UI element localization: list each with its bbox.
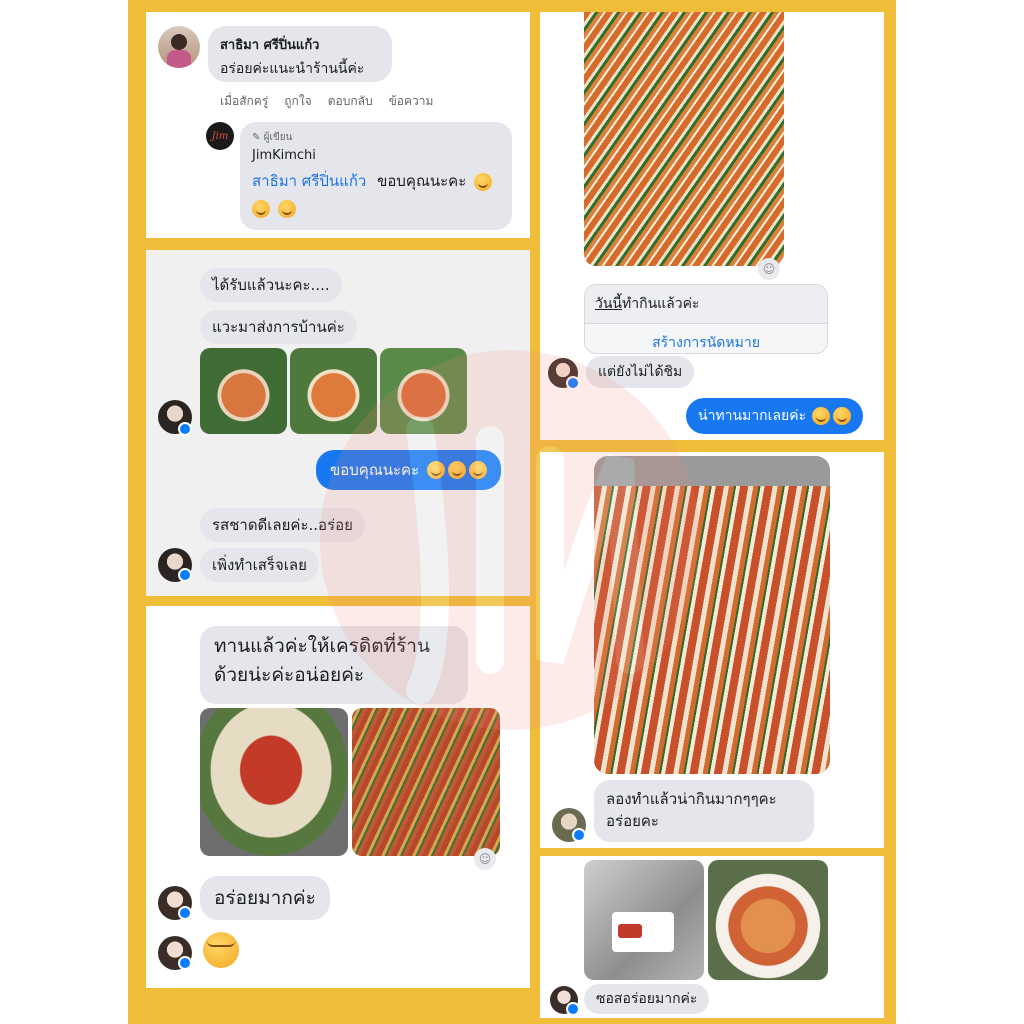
message-bubble: อร่อยมากค่ะ xyxy=(200,876,330,920)
smiling-hearts-emoji-icon xyxy=(427,461,446,479)
reply-bubble: ✎ ผู้เขียน JimKimchi สาธิมา ศรีปิ่นแก้ว … xyxy=(240,122,512,230)
reply-mention[interactable]: สาธิมา ศรีปิ่นแก้ว xyxy=(252,172,366,190)
reply-emojis xyxy=(252,199,500,218)
messenger-badge-icon xyxy=(178,906,192,920)
messenger-badge-icon xyxy=(572,828,586,842)
messenger-badge-icon xyxy=(178,956,192,970)
create-appointment-button[interactable]: สร้างการนัดหมาย xyxy=(585,324,827,353)
chat-panel-sauce: ซอสอร่อยมากค่ะ xyxy=(540,856,884,1018)
kimchi-plate-photo[interactable] xyxy=(708,860,828,980)
appointment-card: วันนี้ทำกินแล้วค่ะ สร้างการนัดหมาย xyxy=(584,284,828,354)
reply-text: สาธิมา ศรีปิ่นแก้ว ขอบคุณนะคะ xyxy=(252,169,500,193)
add-reaction-icon[interactable]: ☺ xyxy=(758,258,780,280)
jimkimchi-logo: Jim xyxy=(206,122,234,150)
smiling-hearts-emoji-icon xyxy=(469,461,488,479)
comment-author[interactable]: สาธิมา ศรีปิ่นแก้ว xyxy=(220,34,380,55)
smiling-emoji-icon xyxy=(833,407,852,425)
kimchi-bowl-photo[interactable] xyxy=(380,348,467,434)
message-bubble: แต่ยังไม่ได้ชิม xyxy=(586,356,695,388)
messenger-badge-icon xyxy=(566,1002,580,1016)
like-link[interactable]: ถูกใจ xyxy=(284,92,311,111)
add-reaction-icon[interactable]: ☺ xyxy=(474,848,496,870)
smiling-hearts-emoji-icon xyxy=(252,199,270,218)
message-bubble: ลองทำแล้วน่ากินมากๆๆคะ อร่อยคะ xyxy=(594,780,814,842)
author-badge: ✎ ผู้เขียน xyxy=(252,132,293,143)
smiling-hearts-emoji-icon xyxy=(277,199,296,218)
comment-actions: เมื่อสักครู่ ถูกใจ ตอบกลับ ข้อความ xyxy=(220,92,433,111)
kimchi-bowl-photo[interactable] xyxy=(290,348,377,434)
facebook-comment-panel: สาธิมา ศรีปิ่นแก้ว อร่อยค่ะแนะนำร้านนี้ค… xyxy=(146,12,530,238)
kimchi-container-photo[interactable] xyxy=(352,708,500,856)
kimchi-sauce-photo[interactable] xyxy=(200,708,348,856)
message-bubble: ได้รับแล้วนะคะ.... xyxy=(200,268,342,302)
commenter-avatar[interactable] xyxy=(158,26,200,68)
chat-panel-tried: ลองทำแล้วน่ากินมากๆๆคะ อร่อยคะ xyxy=(540,452,884,848)
reply-author[interactable]: JimKimchi xyxy=(252,148,500,163)
comment-time: เมื่อสักครู่ xyxy=(220,94,269,108)
smiling-hearts-emoji-icon xyxy=(474,172,493,191)
chat-panel-credit: ทานแล้วค่ะให้เครดิตที่ร้าน ด้วยน่ะค่ะอน่… xyxy=(146,606,530,988)
message-bubble: ทานแล้วค่ะให้เครดิตที่ร้าน ด้วยน่ะค่ะอน่… xyxy=(200,626,468,704)
message-bubble: แวะมาส่งการบ้านค่ะ xyxy=(200,310,357,344)
messenger-badge-icon xyxy=(178,568,192,582)
message-bubble: ซอสอร่อยมากค่ะ xyxy=(584,984,710,1014)
sent-bubble: ขอบคุณนะคะ xyxy=(316,450,502,490)
card-title: วันนี้ทำกินแล้วค่ะ xyxy=(585,285,827,324)
comment-bubble: สาธิมา ศรีปิ่นแก้ว อร่อยค่ะแนะนำร้านนี้ค… xyxy=(208,26,392,82)
smiling-emoji-icon xyxy=(812,407,831,425)
smiling-hearts-emoji-icon xyxy=(448,461,467,479)
kimchi-salad-photo[interactable] xyxy=(584,12,784,266)
smiling-hearts-emoji-icon xyxy=(203,932,239,968)
sent-bubble: น่าทานมากเลยค่ะ xyxy=(686,398,864,434)
comment-text: อร่อยค่ะแนะนำร้านนี้ค่ะ xyxy=(220,61,365,77)
sauce-package-photo[interactable] xyxy=(584,860,704,980)
logo-text: Jim xyxy=(211,130,229,142)
messenger-badge-icon xyxy=(178,422,192,436)
reply-link[interactable]: ตอบกลับ xyxy=(328,92,373,111)
pencil-icon: ✎ xyxy=(252,132,261,143)
kimchi-bowl-photo[interactable] xyxy=(200,348,287,434)
messenger-badge-icon xyxy=(566,376,580,390)
message-link[interactable]: ข้อความ xyxy=(389,92,434,111)
message-bubble: เพิ่งทำเสร็จเลย xyxy=(200,548,319,582)
chat-panel-homework: ได้รับแล้วนะคะ.... แวะมาส่งการบ้านค่ะ ขอ… xyxy=(146,250,530,596)
message-bubble: รสชาดดีเลยค่ะ..อร่อย xyxy=(200,508,365,542)
kimchi-cabbage-photo[interactable] xyxy=(594,456,830,774)
